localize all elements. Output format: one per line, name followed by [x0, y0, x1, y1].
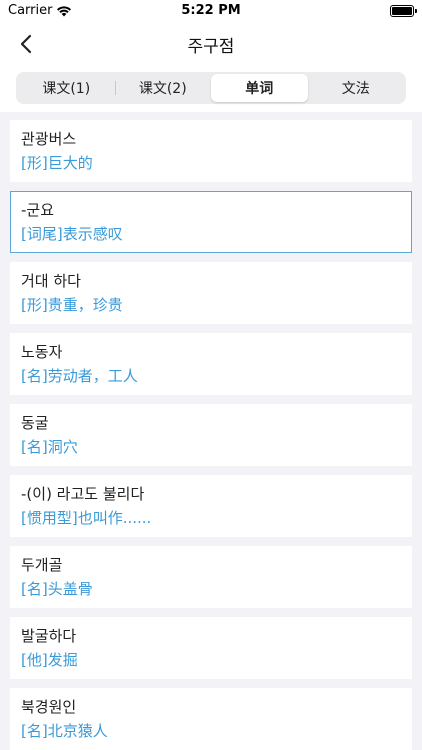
word-card[interactable]: -(이) 라고도 불리다 [惯用型]也叫作...... — [10, 475, 412, 537]
word-text: 두개골 — [21, 556, 63, 574]
tab-1[interactable]: 课文(1) — [18, 74, 115, 102]
status-bar: Carrier 5:22 PM — [0, 0, 422, 24]
status-time: 5:22 PM — [181, 3, 241, 18]
word-text: 노동자 — [21, 343, 63, 361]
word-meaning: [名]头盖骨 — [21, 580, 93, 598]
battery-icon — [390, 5, 417, 17]
word-meaning: [名]劳动者，工人 — [21, 367, 138, 385]
word-meaning: [惯用型]也叫作...... — [21, 509, 152, 527]
word-meaning: [名]洞穴 — [21, 438, 78, 456]
word-card[interactable]: 두개골 [名]头盖骨 — [10, 546, 412, 608]
battery-level — [392, 7, 412, 15]
word-meaning: [名]北京猿人 — [21, 722, 108, 740]
word-text: 관광버스 — [21, 130, 77, 148]
navigation-bar: 주구점 — [0, 24, 422, 64]
word-text: 동굴 — [21, 414, 49, 432]
tab-2[interactable]: 课文(2) — [114, 74, 212, 102]
word-card[interactable]: 발굴하다 [他]发掘 — [10, 617, 412, 679]
word-card[interactable]: 관광버스 [形]巨大的 — [10, 120, 412, 182]
page-title: 주구점 — [187, 37, 235, 57]
segmented-control: 课文(1) 课文(2) 单词 文法 — [16, 72, 406, 104]
word-card[interactable]: 노동자 [名]劳动者，工人 — [10, 333, 412, 395]
word-card[interactable]: 동굴 [名]洞穴 — [10, 404, 412, 466]
word-meaning: [他]发掘 — [21, 651, 78, 669]
word-text: 북경원인 — [21, 698, 77, 716]
word-card[interactable]: 거대 하다 [形]贵重，珍贵 — [10, 262, 412, 324]
word-meaning: [词尾]表示感叹 — [21, 225, 123, 243]
word-list[interactable]: 관광버스 [形]巨大的 -군요 [词尾]表示感叹 거대 하다 [形]贵重，珍贵 노동자 [名]… — [0, 112, 422, 750]
tabs-container: 课文(1) 课文(2) 单词 文法 — [0, 64, 422, 112]
word-text: -(이) 라고도 불리다 — [21, 485, 145, 503]
word-card[interactable]: -군요 [词尾]表示感叹 — [10, 191, 412, 253]
word-meaning: [形]巨大的 — [21, 154, 93, 172]
tab-3[interactable]: 单词 — [211, 74, 308, 102]
word-text: -군요 — [21, 201, 55, 219]
word-meaning: [形]贵重，珍贵 — [21, 296, 123, 314]
tab-4[interactable]: 文法 — [308, 74, 405, 102]
word-text: 거대 하다 — [21, 272, 81, 290]
word-text: 발굴하다 — [21, 627, 77, 645]
word-card[interactable]: 북경원인 [名]北京猿人 — [10, 688, 412, 750]
